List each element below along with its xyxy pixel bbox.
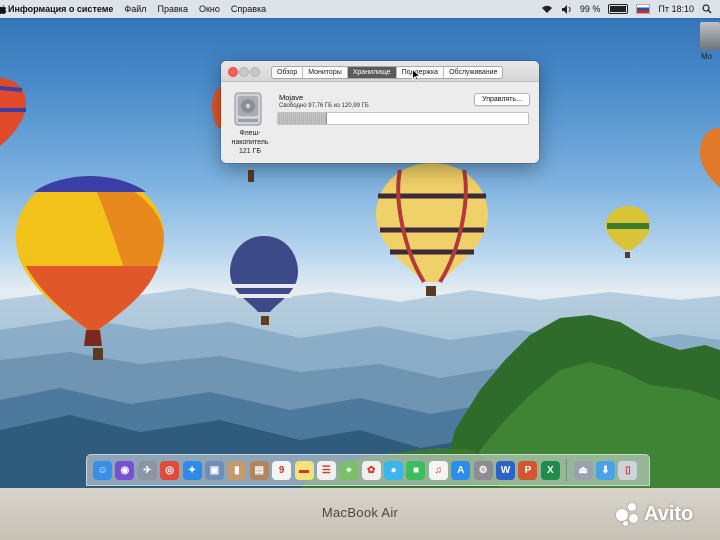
balloon-striped-right bbox=[376, 163, 488, 296]
balloon-small-right bbox=[606, 206, 650, 258]
system-preferences-icon[interactable]: ⚙ bbox=[473, 460, 493, 480]
desktop-screen: Информация о системе Файл Правка Окно Сп… bbox=[0, 0, 720, 488]
avito-wordmark: Avito bbox=[644, 502, 694, 525]
menu-bar: Информация о системе Файл Правка Окно Сп… bbox=[0, 0, 720, 18]
stickies-icon[interactable]: ▬ bbox=[294, 460, 314, 480]
tab-displays[interactable]: Мониторы bbox=[303, 67, 348, 78]
mouse-cursor-icon bbox=[412, 69, 421, 81]
balloon-edge-left bbox=[0, 78, 26, 146]
word-icon[interactable]: W bbox=[496, 460, 516, 480]
messages-icon[interactable]: ● bbox=[384, 460, 404, 480]
avito-logo-icon bbox=[614, 501, 640, 527]
downloads-folder-icon[interactable]: ⬇ bbox=[595, 460, 615, 480]
minimize-button[interactable] bbox=[239, 67, 249, 77]
apple-menu-icon[interactable] bbox=[0, 3, 8, 15]
tab-service[interactable]: Обслуживание bbox=[444, 67, 502, 78]
drive-label-line2: накопитель bbox=[231, 139, 269, 146]
laptop-brand-label: MacBook Air bbox=[321, 505, 399, 520]
balloon-edge-right bbox=[700, 128, 720, 188]
zoom-button[interactable] bbox=[250, 67, 260, 77]
menu-window[interactable]: Окно bbox=[199, 4, 220, 14]
chrome-icon[interactable]: ◎ bbox=[160, 460, 180, 480]
powerpoint-icon[interactable]: P bbox=[518, 460, 538, 480]
safari-icon[interactable]: ✦ bbox=[182, 460, 202, 480]
facetime-icon[interactable]: ■ bbox=[406, 460, 426, 480]
input-source-flag-icon[interactable] bbox=[636, 4, 651, 14]
tab-storage[interactable]: Хранилище bbox=[347, 67, 397, 78]
tab-overview[interactable]: Обзор bbox=[272, 67, 304, 78]
storage-used-segment bbox=[278, 113, 327, 124]
status-area: 99 % Пт 18:10 bbox=[541, 0, 712, 18]
window-titlebar[interactable]: Обзор Мониторы Хранилище Поддержка Обслу… bbox=[221, 61, 539, 82]
maps-icon[interactable]: ⌖ bbox=[339, 460, 359, 480]
avito-watermark: Avito bbox=[614, 501, 693, 527]
battery-icon[interactable] bbox=[608, 4, 629, 14]
trash-icon[interactable]: ▯ bbox=[618, 460, 638, 480]
photos-icon[interactable]: ✿ bbox=[361, 460, 381, 480]
drive-label-line1: Флеш- bbox=[239, 130, 261, 137]
close-button[interactable] bbox=[228, 67, 238, 77]
excel-icon[interactable]: X bbox=[540, 460, 560, 480]
disk-free-space: Свободно 97,76 ГБ из 120,99 ГБ bbox=[279, 103, 369, 109]
calendar-icon[interactable]: 9 bbox=[272, 460, 292, 480]
battery-percent[interactable]: 99 % bbox=[580, 4, 601, 14]
menu-help[interactable]: Справка bbox=[231, 4, 266, 14]
drive-size: 121 ГБ bbox=[238, 148, 261, 155]
dock-separator bbox=[566, 459, 568, 481]
desktop-disk-label[interactable]: Mo bbox=[701, 52, 712, 61]
reminders-icon[interactable]: ☰ bbox=[316, 460, 336, 480]
contacts-icon[interactable]: ▤ bbox=[249, 460, 269, 480]
menu-edit[interactable]: Правка bbox=[158, 4, 188, 14]
wifi-icon[interactable] bbox=[541, 5, 553, 14]
photo-preview-icon[interactable]: ▣ bbox=[204, 460, 224, 480]
spotlight-search-icon[interactable] bbox=[702, 4, 712, 14]
volume-icon[interactable] bbox=[561, 4, 572, 14]
menubar-clock[interactable]: Пт 18:10 bbox=[658, 4, 694, 14]
disk-name: Mojave bbox=[279, 93, 304, 102]
app-store-icon[interactable]: A bbox=[451, 460, 471, 480]
manage-button[interactable]: Управлять... bbox=[474, 93, 530, 106]
launchpad-icon[interactable]: ✈ bbox=[137, 460, 157, 480]
storage-usage-bar bbox=[277, 112, 529, 125]
finder-icon[interactable]: ☺ bbox=[93, 460, 112, 480]
notes-bag-icon[interactable]: ▮ bbox=[227, 460, 247, 480]
about-this-mac-window: Обзор Мониторы Хранилище Поддержка Обслу… bbox=[221, 61, 539, 163]
app-menu[interactable]: Информация о системе bbox=[8, 4, 113, 14]
menu-file[interactable]: Файл bbox=[124, 4, 146, 14]
dock: ☺ ◉ ✈ ◎ ✦ ▣ ▮ ▤ 9 ▬ ☰ ⌖ ✿ ● ■ ♫ A ⚙ W P X ⏏ ⬇ ▯ bbox=[86, 454, 650, 486]
desktop-disk-icon[interactable] bbox=[700, 22, 720, 50]
itunes-icon[interactable]: ♫ bbox=[428, 460, 448, 480]
flash-drive-icon bbox=[234, 92, 262, 126]
siri-icon[interactable]: ◉ bbox=[115, 460, 135, 480]
usb-eject-icon[interactable]: ⏏ bbox=[573, 460, 593, 480]
drive-label: Флеш- накопитель 121 ГБ bbox=[225, 129, 275, 156]
tab-bar: Обзор Мониторы Хранилище Поддержка Обслу… bbox=[271, 66, 504, 79]
